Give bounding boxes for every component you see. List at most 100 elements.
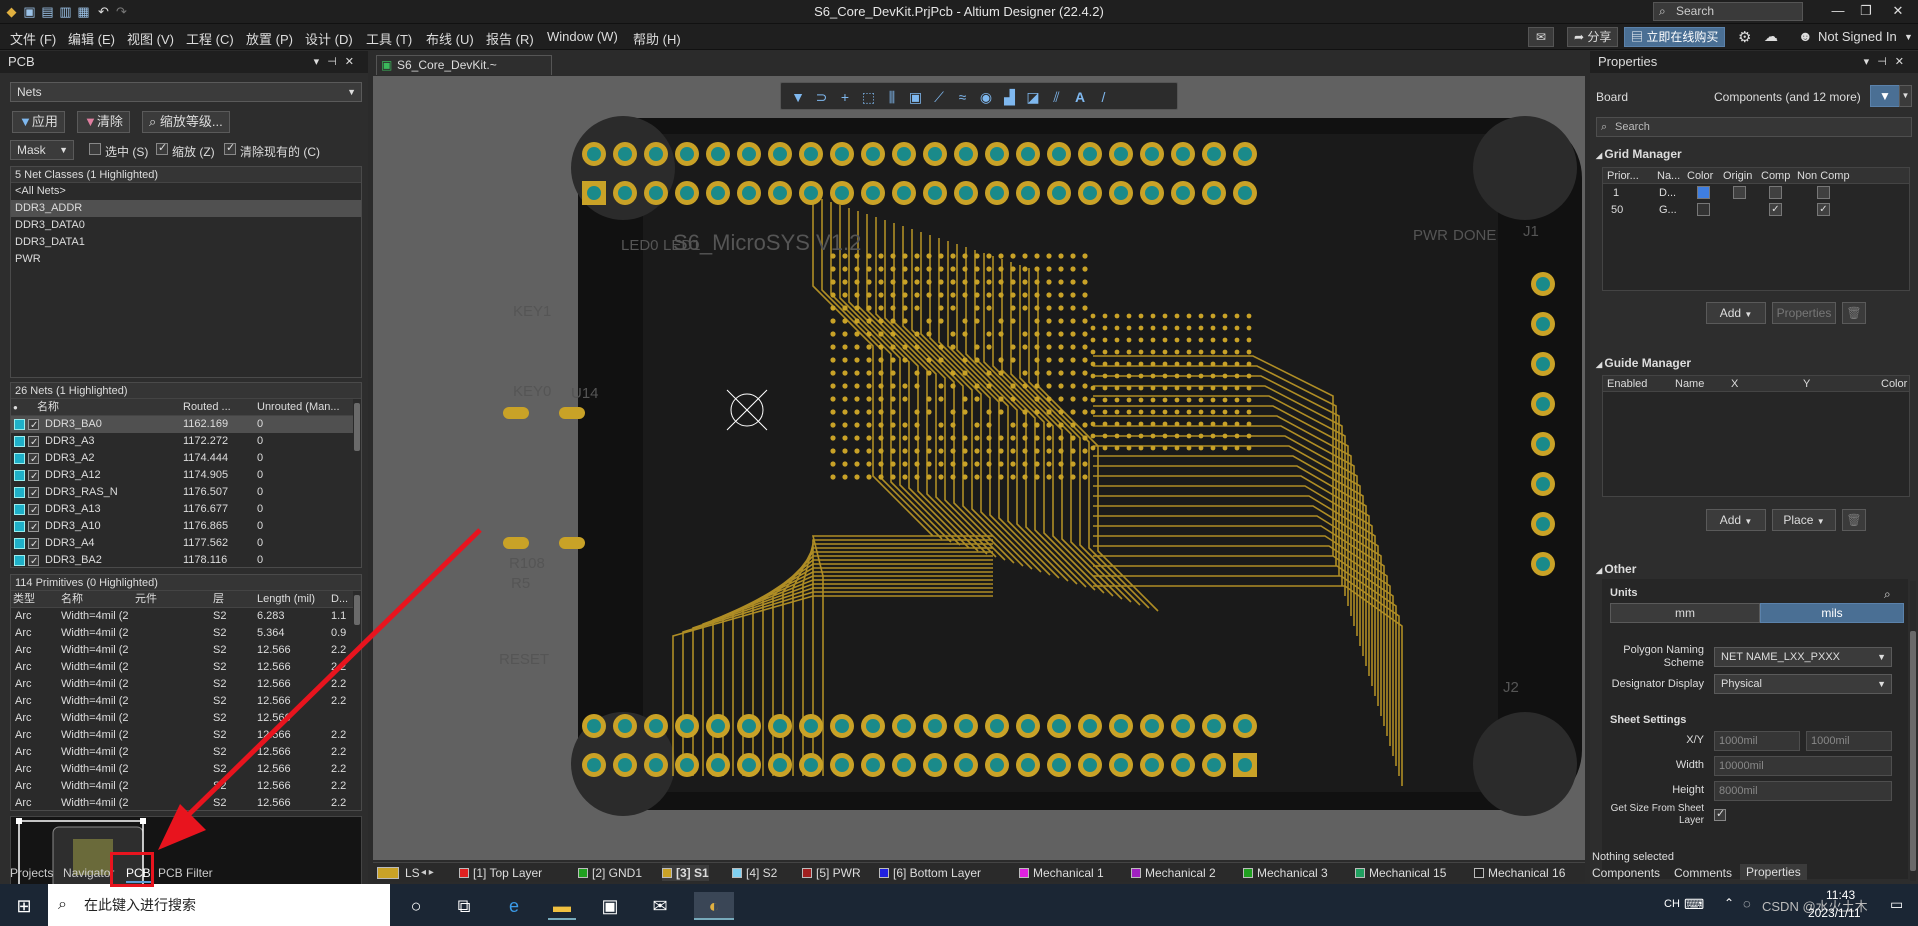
notifications-button[interactable]: ✉ bbox=[1528, 27, 1554, 47]
col-name[interactable]: 名称 bbox=[61, 591, 83, 608]
net-color-swatch[interactable] bbox=[14, 436, 25, 447]
menu-route[interactable]: 布线 (U) bbox=[426, 29, 474, 48]
tab-projects[interactable]: Projects bbox=[10, 863, 53, 883]
sheet-width-field[interactable]: 10000mil bbox=[1714, 756, 1892, 776]
mode-select[interactable]: Nets ▼ bbox=[10, 82, 362, 102]
col-unrouted[interactable]: Unrouted (Man... bbox=[257, 399, 340, 416]
altium-taskbar-icon[interactable]: ◐ bbox=[694, 892, 734, 920]
menu-file[interactable]: 文件 (F) bbox=[10, 29, 56, 48]
table-row[interactable]: 1 D... bbox=[1603, 184, 1909, 201]
sheet-x-field[interactable]: 1000mil bbox=[1714, 731, 1800, 751]
close-button[interactable]: ✕ bbox=[1878, 0, 1918, 24]
comp-checkbox[interactable]: ✓ bbox=[1769, 203, 1782, 216]
pcb-canvas[interactable]: KEY1 KEY0 RESET LED0 LED1 S6_MicroSYS V1.2 PWR… bbox=[373, 76, 1585, 860]
net-color-swatch[interactable] bbox=[14, 470, 25, 481]
col-name[interactable]: Name bbox=[1675, 376, 1704, 392]
text-icon[interactable]: A bbox=[1071, 88, 1089, 106]
layer-tab[interactable]: [2] GND1 bbox=[578, 865, 642, 881]
keyboard-icon[interactable]: ⌨ bbox=[1684, 896, 1704, 913]
document-tab[interactable]: ▣S6_Core_DevKit.~(1).PcbDoc * bbox=[376, 55, 552, 90]
layer-tab[interactable]: LS bbox=[377, 865, 420, 881]
scroll-thumb[interactable] bbox=[1910, 631, 1916, 871]
fill-icon[interactable]: ▟ bbox=[1001, 88, 1019, 106]
clear-existing-checkbox[interactable] bbox=[224, 141, 236, 155]
trash-icon[interactable]: 🗑 bbox=[1842, 302, 1866, 324]
comp-checkbox[interactable] bbox=[1769, 186, 1782, 199]
size-from-layer-checkbox[interactable] bbox=[1714, 807, 1726, 821]
net-color-swatch[interactable] bbox=[14, 538, 25, 549]
col-routed[interactable]: Routed ... bbox=[183, 399, 231, 416]
net-color-swatch[interactable] bbox=[14, 555, 25, 566]
properties-scrollbar[interactable] bbox=[1910, 581, 1916, 881]
share-button[interactable]: ➦ 分享 bbox=[1567, 27, 1619, 47]
table-row[interactable]: DDR3_A13 1176.677 0 bbox=[11, 501, 361, 519]
zoom-checkbox[interactable] bbox=[156, 141, 168, 155]
apply-button[interactable]: ▼应用 bbox=[12, 111, 65, 133]
gear-icon[interactable]: ⚙ bbox=[1738, 28, 1751, 46]
designator-display-select[interactable]: Physical ▼ bbox=[1714, 674, 1892, 694]
mail-icon[interactable]: ✉ bbox=[646, 892, 674, 920]
table-row[interactable]: 50 G... ✓ ✓ bbox=[1603, 201, 1909, 218]
store-icon[interactable]: ▣ bbox=[596, 892, 624, 920]
net-color-swatch[interactable] bbox=[14, 453, 25, 464]
menu-reports[interactable]: 报告 (R) bbox=[486, 29, 534, 48]
net-color-swatch[interactable] bbox=[14, 521, 25, 532]
mask-select[interactable]: Mask ▼ bbox=[10, 140, 74, 160]
layer-tab[interactable]: Mechanical 3 bbox=[1243, 865, 1328, 881]
table-row[interactable]: DDR3_BA0 1162.169 0 bbox=[11, 416, 361, 434]
properties-search-input[interactable]: ⌕ Search bbox=[1596, 117, 1912, 137]
net-color-swatch[interactable] bbox=[14, 487, 25, 498]
trash-icon[interactable]: 🗑 bbox=[1842, 509, 1866, 531]
guide-add-button[interactable]: Add ▼ bbox=[1706, 509, 1766, 531]
menu-design[interactable]: 设计 (D) bbox=[305, 29, 353, 48]
net-visible-checkbox[interactable] bbox=[28, 485, 39, 502]
layer-tab[interactable]: [4] S2 bbox=[732, 865, 777, 881]
net-visible-checkbox[interactable] bbox=[28, 502, 39, 519]
col-x[interactable]: X bbox=[1731, 376, 1738, 392]
via-icon[interactable]: ◉ bbox=[977, 88, 995, 106]
selection-filter-button[interactable]: ▼ bbox=[1870, 85, 1900, 107]
list-item[interactable]: DDR3_ADDR bbox=[11, 200, 361, 217]
clear-button[interactable]: ▼清除 bbox=[77, 111, 130, 133]
tab-components[interactable]: Components bbox=[1592, 866, 1660, 880]
col-non-comp[interactable]: Non Comp bbox=[1797, 168, 1850, 184]
non-comp-checkbox[interactable]: ✓ bbox=[1817, 203, 1830, 216]
col-origin[interactable]: Origin bbox=[1723, 168, 1752, 184]
menu-project[interactable]: 工程 (C) bbox=[186, 29, 234, 48]
menu-place[interactable]: 放置 (P) bbox=[246, 29, 293, 48]
grid-properties-button[interactable]: Properties bbox=[1772, 302, 1836, 324]
menu-help[interactable]: 帮助 (H) bbox=[633, 29, 681, 48]
windows-start-icon[interactable]: ⊞ bbox=[10, 892, 38, 920]
panel-controls[interactable]: ▾⊣✕ bbox=[314, 51, 362, 73]
polygon-naming-select[interactable]: NET NAME_LXX_PXXX ▼ bbox=[1714, 647, 1892, 667]
sheet-height-field[interactable]: 8000mil bbox=[1714, 781, 1892, 801]
table-row[interactable]: DDR3_A2 1174.444 0 bbox=[11, 450, 361, 468]
table-row[interactable]: DDR3_A3 1172.272 0 bbox=[11, 433, 361, 451]
col-priority[interactable]: Prior... bbox=[1607, 168, 1639, 184]
clock-time[interactable]: 11:43 bbox=[1826, 888, 1855, 902]
select-rect-icon[interactable]: ⬚ bbox=[860, 88, 878, 106]
net-visible-checkbox[interactable] bbox=[28, 451, 39, 468]
net-visible-checkbox[interactable] bbox=[28, 468, 39, 485]
panel-controls[interactable]: ▾⊣✕ bbox=[1864, 51, 1912, 73]
polygon-icon[interactable]: ◪ bbox=[1024, 88, 1042, 106]
tab-pcb-filter[interactable]: PCB Filter bbox=[158, 863, 213, 883]
guide-manager-section[interactable]: ◢ Guide Manager bbox=[1596, 356, 1691, 370]
menu-edit[interactable]: 编辑 (E) bbox=[68, 29, 115, 48]
select-checkbox[interactable] bbox=[89, 143, 101, 155]
filter-icon[interactable]: ▼ bbox=[789, 88, 807, 106]
col-comp[interactable]: Comp bbox=[1761, 168, 1790, 184]
table-row[interactable]: DDR3_A12 1174.905 0 bbox=[11, 467, 361, 485]
grid-manager-section[interactable]: ◢ Grid Manager bbox=[1596, 147, 1682, 161]
tab-navigator[interactable]: Navigator bbox=[63, 863, 114, 883]
col-y[interactable]: Y bbox=[1803, 376, 1810, 392]
layer-tab[interactable]: Mechanical 1 bbox=[1019, 865, 1104, 881]
col-color[interactable]: Color bbox=[1687, 168, 1713, 184]
other-section[interactable]: ◢ Other bbox=[1596, 562, 1636, 576]
guide-place-button[interactable]: Place ▼ bbox=[1772, 509, 1836, 531]
layer-tab[interactable]: Mechanical 15 bbox=[1355, 865, 1446, 881]
units-mm-button[interactable]: mm bbox=[1610, 603, 1760, 623]
line-icon[interactable]: / bbox=[1095, 88, 1113, 106]
user-status[interactable]: Not Signed In bbox=[1818, 29, 1897, 44]
list-item[interactable]: DDR3_DATA1 bbox=[11, 234, 361, 251]
